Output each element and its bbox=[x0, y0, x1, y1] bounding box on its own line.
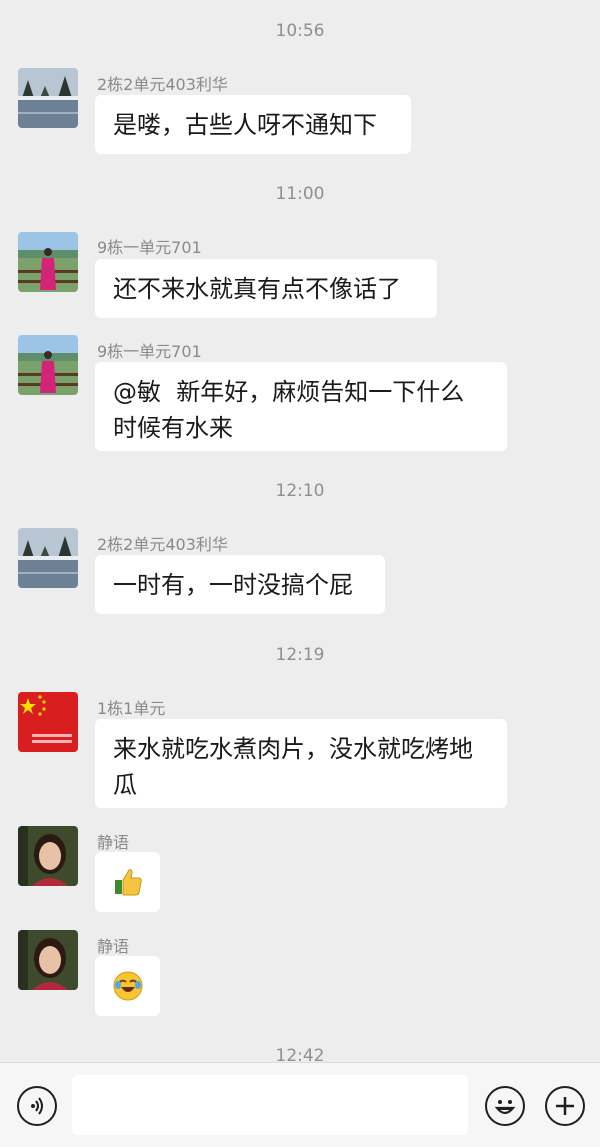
voice-icon bbox=[31, 1097, 43, 1115]
timestamp: 10:56 bbox=[275, 21, 325, 41]
plus-icon bbox=[556, 1097, 574, 1115]
sender-name: 静语 bbox=[97, 937, 130, 956]
message-bubble[interactable] bbox=[95, 852, 160, 912]
message-text: 是喽，古些人呀不通知下 bbox=[113, 111, 377, 139]
message-text: 一时有，一时没搞个屁 bbox=[113, 571, 353, 599]
avatar[interactable] bbox=[18, 826, 78, 886]
emoji-button[interactable] bbox=[485, 1086, 525, 1126]
sender-name: 9栋一单元701 bbox=[97, 238, 202, 257]
message-bubble[interactable]: @敏 新年好，麻烦告知一下什么 时候有水来 bbox=[95, 362, 507, 451]
message-text: 还不来水就真有点不像话了 bbox=[113, 275, 401, 303]
avatar[interactable] bbox=[18, 692, 78, 752]
timestamp: 11:00 bbox=[275, 184, 325, 204]
avatar[interactable] bbox=[18, 232, 78, 292]
sender-name: 2栋2单元403利华 bbox=[97, 75, 228, 94]
winter-lake-avatar-icon bbox=[18, 528, 78, 588]
sender-name: 静语 bbox=[97, 833, 130, 852]
emoji-icon bbox=[494, 1100, 516, 1115]
avatar[interactable] bbox=[18, 930, 78, 990]
message-bubble[interactable]: 一时有，一时没搞个屁 bbox=[95, 555, 385, 614]
sender-name: 2栋2单元403利华 bbox=[97, 535, 228, 554]
add-button[interactable] bbox=[545, 1086, 585, 1126]
avatar[interactable] bbox=[18, 528, 78, 588]
avatar[interactable] bbox=[18, 335, 78, 395]
message-bubble[interactable]: 还不来水就真有点不像话了 bbox=[95, 259, 437, 318]
message-text-line: 时候有水来 bbox=[113, 414, 233, 442]
timestamp: 12:10 bbox=[275, 481, 325, 501]
message-input[interactable] bbox=[72, 1075, 468, 1135]
thumbs-up-icon bbox=[114, 869, 142, 896]
avatar[interactable] bbox=[18, 68, 78, 128]
sender-name: 1栋1单元 bbox=[97, 699, 166, 718]
winter-lake-avatar-icon bbox=[18, 68, 78, 128]
woman-portrait-avatar-icon bbox=[18, 826, 78, 886]
timestamp: 12:42 bbox=[275, 1046, 325, 1062]
woman-lakeside-avatar-icon bbox=[18, 335, 78, 395]
message-text-line: 来水就吃水煮肉片，没水就吃烤地 bbox=[113, 735, 473, 763]
woman-portrait-avatar-icon bbox=[18, 930, 78, 990]
sender-name: 9栋一单元701 bbox=[97, 342, 202, 361]
message-bubble[interactable] bbox=[95, 956, 160, 1016]
message-bubble[interactable]: 是喽，古些人呀不通知下 bbox=[95, 95, 411, 154]
message-text-line: @敏 新年好，麻烦告知一下什么 bbox=[113, 378, 465, 406]
flag-avatar-icon bbox=[18, 692, 78, 752]
crying-laughing-icon bbox=[113, 971, 142, 1001]
message-text-line: 瓜 bbox=[113, 771, 137, 799]
woman-lakeside-avatar-icon bbox=[18, 232, 78, 292]
voice-button[interactable] bbox=[17, 1086, 57, 1126]
chat-area: 10:56 2栋2单元403利华 是喽，古些人呀不通知下 11:00 9栋一单元… bbox=[0, 0, 600, 1062]
input-toolbar bbox=[0, 1062, 600, 1147]
message-bubble[interactable]: 来水就吃水煮肉片，没水就吃烤地 瓜 bbox=[95, 719, 507, 808]
timestamp: 12:19 bbox=[275, 645, 325, 665]
